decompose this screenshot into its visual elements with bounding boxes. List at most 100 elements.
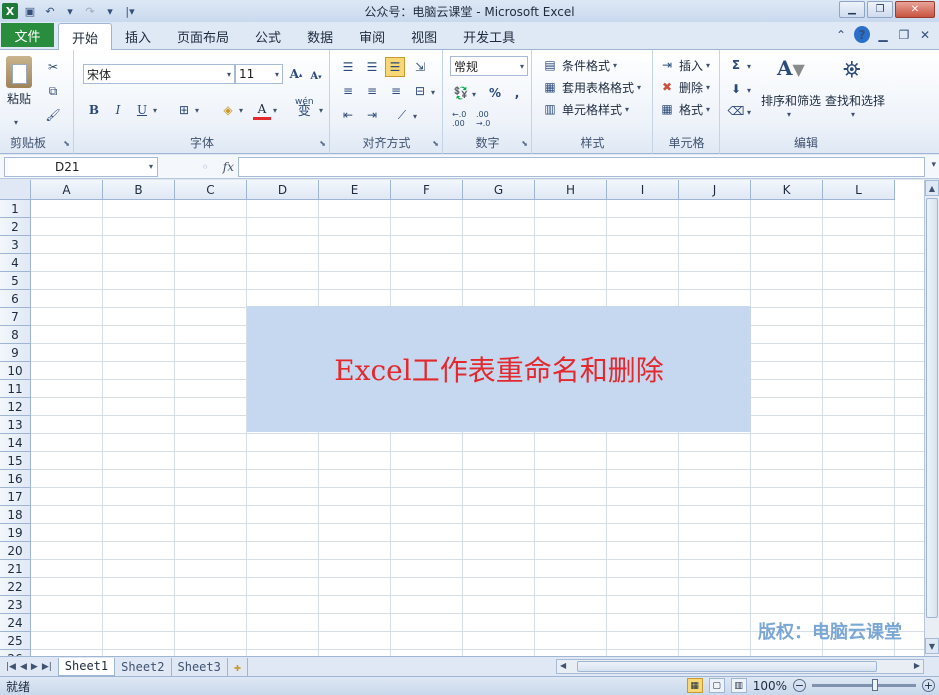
column-header-f[interactable]: F — [391, 180, 463, 200]
formula-bar-handle-icon[interactable]: ◦ — [202, 160, 209, 174]
merged-cell-title[interactable]: Excel工作表重命名和删除 — [247, 306, 751, 432]
column-header-d[interactable]: D — [247, 180, 319, 200]
increase-decimal-icon[interactable]: ←.0 .00 — [452, 110, 472, 128]
font-launcher-icon[interactable]: ⬊ — [319, 139, 326, 148]
increase-indent-icon[interactable]: ⇥ — [363, 106, 381, 124]
column-header-b[interactable]: B — [103, 180, 175, 200]
alignment-launcher-icon[interactable]: ⬊ — [432, 139, 439, 148]
autosum-icon[interactable]: Σ — [727, 56, 745, 74]
tab-view[interactable]: 视图 — [398, 24, 450, 49]
paste-dropdown-icon[interactable]: ▾ — [14, 118, 18, 127]
grow-font-icon[interactable]: A ▴ — [287, 65, 305, 83]
redo-dropdown-icon[interactable]: ▾ — [102, 3, 118, 19]
name-box[interactable]: D21 ▾ — [4, 156, 158, 177]
decrease-decimal-icon[interactable]: .00 →.0 — [476, 110, 498, 128]
row-header-23[interactable]: 23 — [0, 596, 31, 614]
row-header-16[interactable]: 16 — [0, 470, 31, 488]
row-header-13[interactable]: 13 — [0, 416, 31, 434]
orientation-icon[interactable]: ⟋ — [393, 106, 411, 124]
row-header-2[interactable]: 2 — [0, 218, 31, 236]
row-header-5[interactable]: 5 — [0, 272, 31, 290]
row-header-24[interactable]: 24 — [0, 614, 31, 632]
underline-dropdown-icon[interactable]: ▾ — [153, 106, 157, 115]
fill-color-icon[interactable]: ◈ — [219, 101, 237, 119]
borders-dropdown-icon[interactable]: ▾ — [195, 106, 199, 115]
merge-dropdown-icon[interactable]: ▾ — [431, 88, 435, 97]
row-header-10[interactable]: 10 — [0, 362, 31, 380]
accounting-dropdown-icon[interactable]: ▾ — [472, 90, 476, 99]
autosum-dropdown-icon[interactable]: ▾ — [747, 62, 751, 71]
zoom-in-icon[interactable]: + — [922, 679, 935, 692]
column-header-k[interactable]: K — [751, 180, 823, 200]
tab-developer[interactable]: 开发工具 — [450, 24, 528, 49]
row-header-20[interactable]: 20 — [0, 542, 31, 560]
insert-sheet-button[interactable]: ✚ — [228, 657, 249, 676]
tab-review[interactable]: 审阅 — [346, 24, 398, 49]
redo-icon[interactable]: ↷ — [82, 3, 98, 19]
doc-restore-icon[interactable]: ❐ — [896, 28, 912, 42]
zoom-level[interactable]: 100% — [753, 679, 787, 693]
decrease-indent-icon[interactable]: ⇤ — [339, 106, 357, 124]
horizontal-scrollbar[interactable]: ◀ ▶ — [556, 659, 924, 674]
scroll-up-icon[interactable]: ▲ — [925, 180, 939, 196]
row-header-8[interactable]: 8 — [0, 326, 31, 344]
align-top-icon[interactable]: ☰ — [339, 58, 357, 76]
row-header-21[interactable]: 21 — [0, 560, 31, 578]
accounting-format-icon[interactable]: 💱 — [452, 84, 470, 102]
align-right-icon[interactable]: ≡ — [387, 82, 405, 100]
font-name-combo[interactable]: 宋体 ▾ — [83, 64, 235, 84]
column-header-e[interactable]: E — [319, 180, 391, 200]
bold-button[interactable]: B — [85, 101, 103, 119]
row-header-12[interactable]: 12 — [0, 398, 31, 416]
row-header-6[interactable]: 6 — [0, 290, 31, 308]
scroll-down-icon[interactable]: ▼ — [925, 638, 939, 654]
sort-filter-button[interactable]: A▼ 排序和筛选 ▾ — [757, 54, 825, 124]
first-sheet-icon[interactable]: |◀ — [6, 662, 16, 672]
italic-button[interactable]: I — [109, 101, 127, 119]
collapse-ribbon-icon[interactable]: ⌃ — [833, 28, 849, 42]
conditional-format-button[interactable]: ▤ 条件格式 ▾ — [541, 56, 617, 74]
row-header-11[interactable]: 11 — [0, 380, 31, 398]
row-header-17[interactable]: 17 — [0, 488, 31, 506]
doc-minimize-icon[interactable]: ▁ — [875, 28, 891, 42]
format-as-table-button[interactable]: ▦ 套用表格格式 ▾ — [541, 78, 641, 96]
sheet-tab-sheet1[interactable]: Sheet1 — [57, 657, 116, 676]
select-all-corner[interactable] — [0, 180, 31, 200]
row-header-4[interactable]: 4 — [0, 254, 31, 272]
font-color-dropdown-icon[interactable]: ▾ — [273, 106, 277, 115]
restore-icon[interactable]: ❐ — [867, 1, 893, 18]
clear-icon[interactable]: ⌫ — [727, 102, 745, 120]
doc-close-icon[interactable]: ✕ — [917, 28, 933, 42]
format-painter-icon[interactable]: 🖌 — [44, 106, 62, 124]
borders-icon[interactable]: ⊞ — [175, 101, 193, 119]
insert-cells-button[interactable]: ⇥ 插入 ▾ — [658, 56, 710, 74]
cut-icon[interactable]: ✂ — [44, 58, 62, 76]
font-name-dropdown-icon[interactable]: ▾ — [227, 70, 231, 79]
column-header-a[interactable]: A — [31, 180, 103, 200]
underline-button[interactable]: U — [133, 101, 151, 119]
tab-file[interactable]: 文件 — [1, 23, 54, 47]
row-header-1[interactable]: 1 — [0, 200, 31, 218]
minimize-icon[interactable]: ▁ — [839, 1, 865, 18]
insert-function-icon[interactable]: fx — [223, 160, 234, 174]
fill-icon[interactable]: ⬇ — [727, 80, 745, 98]
tab-data[interactable]: 数据 — [294, 24, 346, 49]
row-header-18[interactable]: 18 — [0, 506, 31, 524]
number-format-dropdown-icon[interactable]: ▾ — [520, 62, 524, 71]
normal-view-icon[interactable]: ▦ — [686, 678, 703, 693]
align-bottom-icon[interactable]: ☰ — [385, 57, 405, 77]
comma-style-button[interactable]: , — [508, 84, 526, 102]
scroll-right-icon[interactable]: ▶ — [914, 661, 920, 670]
row-header-22[interactable]: 22 — [0, 578, 31, 596]
clear-dropdown-icon[interactable]: ▾ — [747, 108, 751, 117]
vertical-scroll-thumb[interactable] — [926, 198, 938, 618]
expand-formula-bar-icon[interactable]: ▾ — [931, 160, 936, 170]
column-header-g[interactable]: G — [463, 180, 535, 200]
column-header-h[interactable]: H — [535, 180, 607, 200]
undo-dropdown-icon[interactable]: ▾ — [62, 3, 78, 19]
shrink-font-icon[interactable]: A ▾ — [307, 67, 325, 85]
row-header-14[interactable]: 14 — [0, 434, 31, 452]
row-header-15[interactable]: 15 — [0, 452, 31, 470]
phonetic-dropdown-icon[interactable]: ▾ — [319, 106, 323, 115]
font-size-combo[interactable]: 11 ▾ — [235, 64, 283, 84]
